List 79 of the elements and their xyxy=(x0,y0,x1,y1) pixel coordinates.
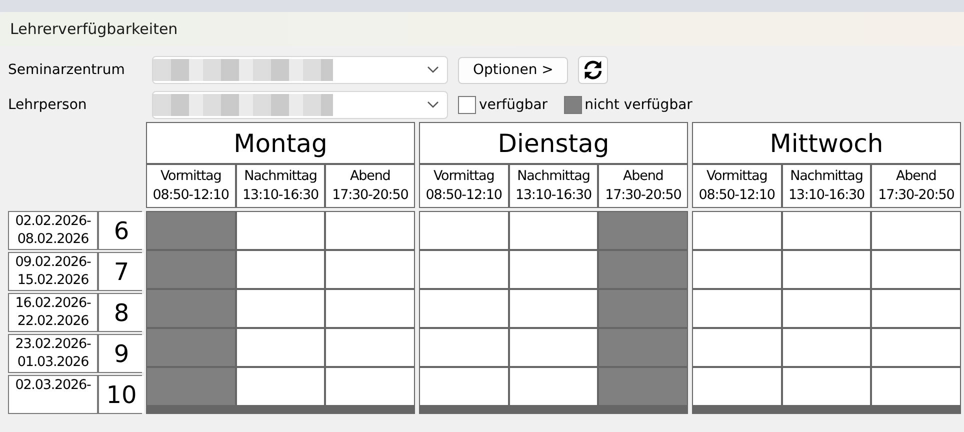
slot-header: Abend 17:30-20:50 xyxy=(599,165,687,207)
availability-cell[interactable] xyxy=(782,329,870,366)
availability-cell[interactable] xyxy=(420,290,508,327)
availability-cell[interactable] xyxy=(782,251,870,288)
availability-cell[interactable] xyxy=(147,290,235,327)
availability-cell[interactable] xyxy=(693,329,781,366)
slot-header: Vormittag 08:50-12:10 xyxy=(693,165,781,207)
availability-cell[interactable] xyxy=(872,290,960,327)
availability-cell[interactable] xyxy=(510,368,598,405)
slot-header: Nachmittag 13:10-16:30 xyxy=(510,165,598,207)
date-range: 02.03.2026- xyxy=(9,376,97,413)
availability-cell[interactable] xyxy=(326,368,414,405)
availability-cell[interactable] xyxy=(326,212,414,249)
refresh-button[interactable] xyxy=(578,56,608,84)
availability-cell[interactable] xyxy=(872,368,960,405)
date-range: 23.02.2026- 01.03.2026 xyxy=(9,335,97,372)
slot-header: Abend 17:30-20:50 xyxy=(326,165,414,207)
availability-cell[interactable] xyxy=(782,368,870,405)
date-range: 02.02.2026- 08.02.2026 xyxy=(9,212,97,249)
availability-cell[interactable] xyxy=(872,329,960,366)
availability-cell[interactable] xyxy=(693,212,781,249)
week-number: 6 xyxy=(99,212,144,249)
availability-cell[interactable] xyxy=(420,329,508,366)
availability-cell[interactable] xyxy=(782,212,870,249)
availability-cell[interactable] xyxy=(693,251,781,288)
legend-label: verfügbar xyxy=(479,97,548,113)
dropdown[interactable] xyxy=(152,56,448,84)
availability-cell[interactable] xyxy=(420,212,508,249)
availability-cell[interactable] xyxy=(326,251,414,288)
availability-cell[interactable] xyxy=(420,251,508,288)
week-number: 8 xyxy=(99,294,144,331)
availability-cell[interactable] xyxy=(326,290,414,327)
availability-cell[interactable] xyxy=(510,212,598,249)
availability-cell[interactable] xyxy=(236,368,324,405)
slot-header: Vormittag 08:50-12:10 xyxy=(420,165,508,207)
availability-cell[interactable] xyxy=(510,290,598,327)
availability-cell[interactable] xyxy=(147,212,235,249)
availability-cell[interactable] xyxy=(147,368,235,405)
chevron-down-icon xyxy=(427,66,439,74)
availability-cell[interactable] xyxy=(872,212,960,249)
availability-cell[interactable] xyxy=(599,329,687,366)
availability-cell[interactable] xyxy=(236,290,324,327)
week-number: 9 xyxy=(99,335,144,372)
field-label: Lehrperson xyxy=(8,97,88,113)
availability-cell[interactable] xyxy=(147,329,235,366)
availability-cell[interactable] xyxy=(782,290,870,327)
date-range: 16.02.2026- 22.02.2026 xyxy=(9,294,97,331)
week-number: 7 xyxy=(99,253,144,290)
availability-cell[interactable] xyxy=(693,290,781,327)
field-label: Seminarzentrum xyxy=(8,62,126,78)
legend-label: nicht verfügbar xyxy=(584,97,692,113)
day-header: Mittwoch xyxy=(693,123,960,163)
slot-header: Nachmittag 13:10-16:30 xyxy=(782,165,870,207)
week-number: 10 xyxy=(99,376,144,413)
availability-cell[interactable] xyxy=(510,251,598,288)
availability-cell[interactable] xyxy=(599,251,687,288)
dropdown[interactable] xyxy=(152,91,448,119)
availability-cell[interactable] xyxy=(599,212,687,249)
availability-cell[interactable] xyxy=(420,368,508,405)
availability-cell[interactable] xyxy=(599,368,687,405)
availability-cell[interactable] xyxy=(693,368,781,405)
slot-header: Vormittag 08:50-12:10 xyxy=(147,165,235,207)
date-range: 09.02.2026- 15.02.2026 xyxy=(9,253,97,290)
slot-header: Nachmittag 13:10-16:30 xyxy=(236,165,324,207)
availability-cell[interactable] xyxy=(236,329,324,366)
day-header: Montag xyxy=(147,123,414,163)
availability-cell[interactable] xyxy=(236,212,324,249)
availability-cell[interactable] xyxy=(147,251,235,288)
availability-cell[interactable] xyxy=(872,251,960,288)
window-title: Lehrerverfügbarkeiten xyxy=(10,20,178,38)
options-button[interactable]: Optionen > xyxy=(458,56,568,84)
chevron-down-icon xyxy=(427,101,439,109)
availability-cell[interactable] xyxy=(326,329,414,366)
availability-cell[interactable] xyxy=(599,290,687,327)
slot-header: Abend 17:30-20:50 xyxy=(872,165,960,207)
day-header: Dienstag xyxy=(420,123,687,163)
availability-cell[interactable] xyxy=(510,329,598,366)
availability-cell[interactable] xyxy=(236,251,324,288)
refresh-icon xyxy=(582,60,604,80)
